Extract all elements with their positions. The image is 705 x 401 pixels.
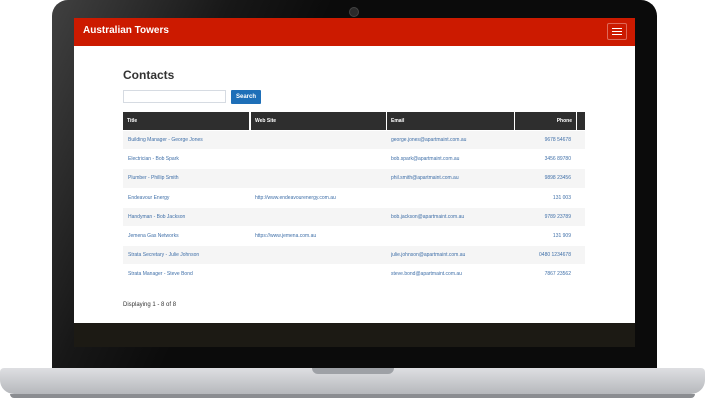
column-header-actions: [577, 112, 585, 130]
cell-website[interactable]: [255, 150, 385, 168]
table-row[interactable]: Handyman - Bob Jackson bob.jackson@apartm…: [123, 206, 585, 226]
column-header-title[interactable]: Title: [123, 112, 249, 130]
cell-email[interactable]: julie.johnson@apartmaint.com.au: [391, 246, 511, 264]
column-header-website[interactable]: Web Site: [251, 112, 386, 130]
table-row[interactable]: Electrician - Bob Spark bob.spark@apartma…: [123, 149, 585, 169]
menu-bar: [612, 31, 622, 32]
laptop-opening-notch: [312, 368, 394, 374]
cell-email[interactable]: phil.smith@apartmaint.com.au: [391, 169, 511, 187]
cell-title[interactable]: Endeavour Energy: [128, 189, 248, 207]
camera-icon: [349, 7, 359, 17]
table-row[interactable]: Strata Secretary - Julie Johnson julie.jo…: [123, 245, 585, 265]
cell-email[interactable]: bob.jackson@apartmaint.com.au: [391, 208, 511, 226]
cell-email[interactable]: bob.spark@apartmaint.com.au: [391, 150, 511, 168]
table-header: Title Web Site Email Phone: [123, 112, 585, 130]
cell-email[interactable]: [391, 189, 511, 207]
menu-bar: [612, 34, 622, 35]
cell-phone[interactable]: 0480 1234678: [515, 246, 571, 264]
screen: Australian Towers Contacts Search Title …: [74, 18, 635, 347]
navbar: Australian Towers: [74, 18, 635, 46]
pagination-summary: Displaying 1 - 8 of 8: [123, 302, 177, 308]
cell-website[interactable]: https://www.jemena.com.au: [255, 227, 385, 245]
table-row[interactable]: Strata Manager - Steve Bond steve.bond@ap…: [123, 264, 585, 284]
main-content: Contacts Search Title Web Site Email Pho…: [123, 68, 585, 308]
page-title: Contacts: [123, 68, 175, 82]
laptop-base-edge: [10, 394, 695, 398]
page-footer: [74, 323, 635, 347]
cell-title[interactable]: Handyman - Bob Jackson: [128, 208, 248, 226]
cell-title[interactable]: Building Manager - George Jones: [128, 131, 248, 149]
table-row[interactable]: Plumber - Phillip Smith phil.smith@apartm…: [123, 168, 585, 188]
cell-title[interactable]: Electrician - Bob Spark: [128, 150, 248, 168]
contacts-table: Title Web Site Email Phone Building Mana…: [123, 112, 585, 284]
cell-phone[interactable]: 9678 54678: [515, 131, 571, 149]
table-row[interactable]: Jemena Gas Networks https://www.jemena.co…: [123, 225, 585, 246]
cell-title[interactable]: Strata Secretary - Julie Johnson: [128, 246, 248, 264]
cell-title[interactable]: Jemena Gas Networks: [128, 227, 248, 245]
search-input[interactable]: [123, 90, 226, 103]
table-row[interactable]: Building Manager - George Jones george.jo…: [123, 130, 585, 150]
cell-website[interactable]: [255, 131, 385, 149]
brand-logo[interactable]: Australian Towers: [83, 25, 169, 36]
cell-title[interactable]: Plumber - Phillip Smith: [128, 169, 248, 187]
cell-phone[interactable]: 7867 23562: [515, 265, 571, 283]
cell-website[interactable]: http://www.endeavourenergy.com.au: [255, 189, 385, 207]
hamburger-menu-icon[interactable]: [607, 23, 627, 40]
column-header-email[interactable]: Email: [387, 112, 514, 130]
table-row[interactable]: Endeavour Energy http://www.endeavourener…: [123, 187, 585, 207]
cell-phone[interactable]: 3456 89780: [515, 150, 571, 168]
cell-email[interactable]: george.jones@apartmaint.com.au: [391, 131, 511, 149]
table-body: Building Manager - George Jones george.jo…: [123, 130, 585, 284]
cell-email[interactable]: [391, 227, 511, 245]
search-button[interactable]: Search: [231, 90, 261, 104]
cell-phone[interactable]: 131 003: [515, 189, 571, 207]
column-header-phone[interactable]: Phone: [515, 112, 576, 130]
cell-website[interactable]: [255, 169, 385, 187]
cell-phone[interactable]: 9789 23789: [515, 208, 571, 226]
cell-email[interactable]: steve.bond@apartmaint.com.au: [391, 265, 511, 283]
menu-bar: [612, 28, 622, 29]
cell-website[interactable]: [255, 246, 385, 264]
cell-website[interactable]: [255, 265, 385, 283]
cell-title[interactable]: Strata Manager - Steve Bond: [128, 265, 248, 283]
cell-website[interactable]: [255, 208, 385, 226]
cell-phone[interactable]: 131 909: [515, 227, 571, 245]
cell-phone[interactable]: 9898 23456: [515, 169, 571, 187]
